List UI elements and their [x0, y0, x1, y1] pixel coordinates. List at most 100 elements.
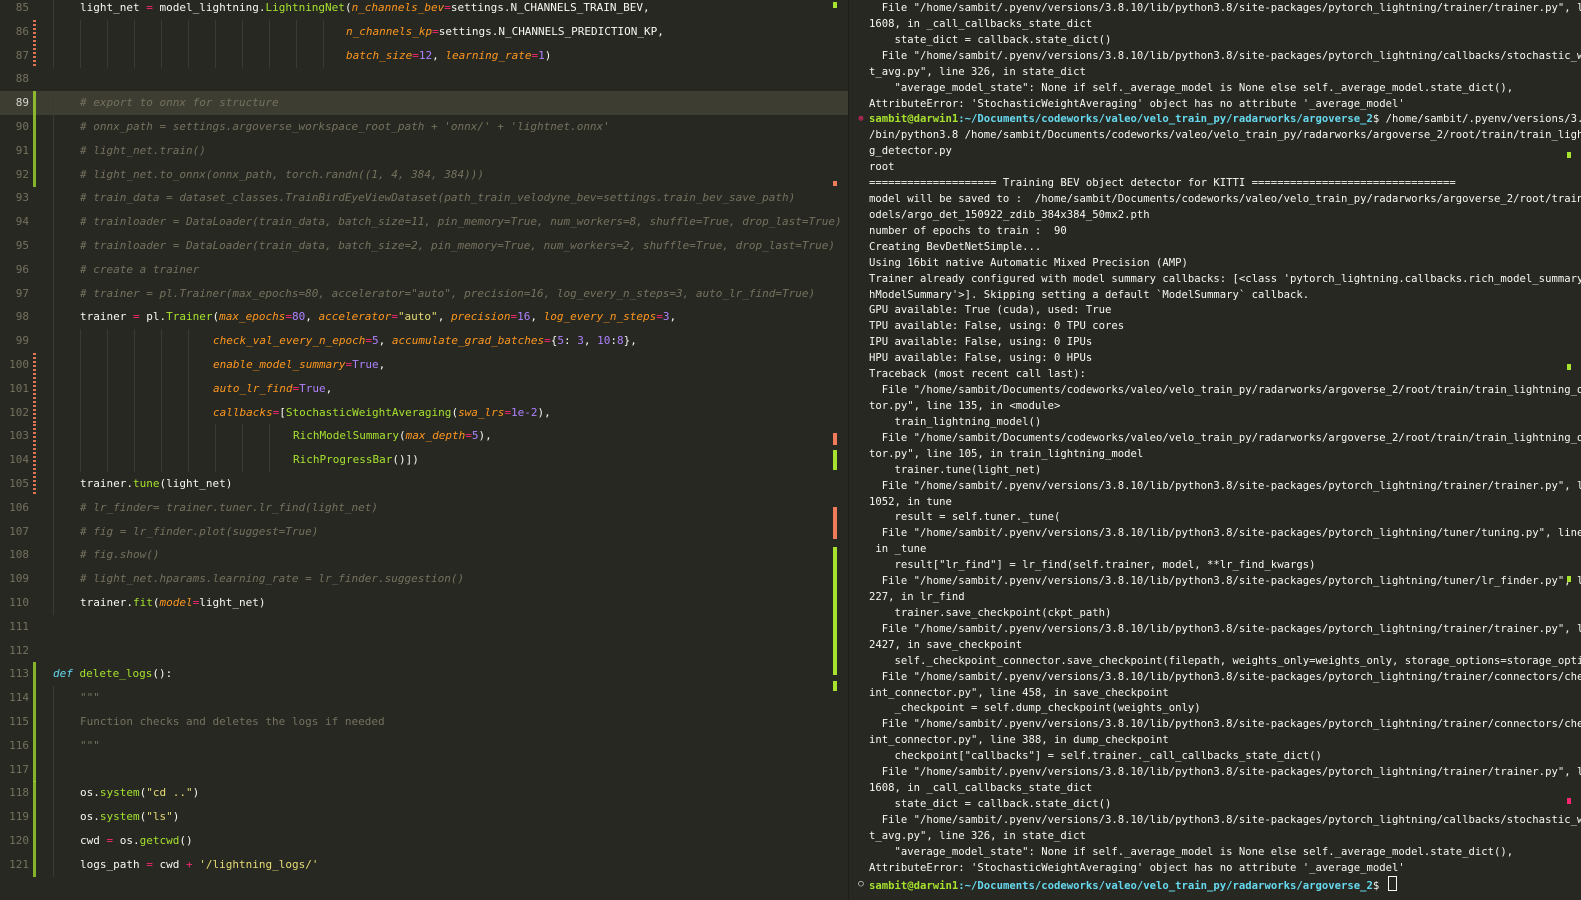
- indent-guide: [53, 591, 54, 615]
- code-token: True: [352, 358, 379, 371]
- code-line[interactable]: 114 """: [0, 686, 848, 711]
- indent-guide: [188, 448, 189, 473]
- code-token: # export to onnx for structure: [80, 96, 279, 110]
- code-line[interactable]: 102 callbacks=[StochasticWeightAveraging(…: [0, 400, 848, 425]
- terminal-panel[interactable]: File "/home/sambit/.pyenv/versions/3.8.1…: [848, 0, 1581, 900]
- code-line[interactable]: 95 # trainloader = DataLoader(train_data,…: [0, 234, 848, 258]
- terminal-prompt-line: sambit@darwin1:~/Documents/codeworks/val…: [869, 111, 1581, 127]
- code-text: # export to onnx for structure: [80, 91, 279, 115]
- gutter-added-marker[interactable]: [33, 829, 36, 853]
- code-token: batch_size: [346, 48, 413, 62]
- code-line[interactable]: 94 # trainloader = DataLoader(train_data,…: [0, 210, 848, 235]
- line-number: 119: [9, 810, 29, 824]
- gutter-modified-marker[interactable]: [33, 400, 36, 425]
- code-line[interactable]: 98 trainer = pl.Trainer(max_epochs=80, ac…: [0, 305, 848, 330]
- code-line[interactable]: 113 def delete_logs():: [0, 662, 848, 687]
- gutter-modified-marker[interactable]: [33, 376, 36, 401]
- indent-guide: [161, 376, 162, 401]
- code-line[interactable]: 99 check_val_every_n_epoch=5, accumulate_…: [0, 329, 848, 354]
- code-line[interactable]: 96 # create a trainer: [0, 257, 848, 282]
- code-line[interactable]: 120 cwd = os.getcwd(): [0, 829, 848, 853]
- gutter-added-marker[interactable]: [33, 162, 36, 187]
- line-number: 110: [9, 596, 29, 609]
- gutter-added-marker[interactable]: [33, 138, 36, 163]
- code-line[interactable]: 110 trainer.fit(model=light_net): [0, 591, 848, 615]
- code-token: "ls": [146, 810, 173, 824]
- code-line[interactable]: 100 enable_model_summary=True,: [0, 353, 848, 377]
- code-line[interactable]: 109 # light_net.hparams.learning_rate = l…: [0, 567, 848, 592]
- code-line[interactable]: 86 n_channels_kp=settings.N_CHANNELS_PRED…: [0, 19, 848, 44]
- terminal-cursor[interactable]: [1387, 875, 1397, 891]
- gutter-modified-marker[interactable]: [33, 472, 36, 496]
- code-line[interactable]: 107 # fig = lr_finder.plot(suggest=True): [0, 519, 848, 544]
- code-line[interactable]: 101 auto_lr_find=True,: [0, 376, 848, 401]
- code-token: # light_net.to_onnx(onnx_path, torch.ran…: [80, 167, 484, 181]
- gutter-modified-marker[interactable]: [33, 43, 36, 68]
- code-token: logs_path: [80, 857, 147, 871]
- terminal-output-line: state_dict = callback.state_dict(): [869, 33, 1112, 46]
- terminal-output-line: TPU available: False, using: 0 TPU cores: [869, 320, 1125, 333]
- line-number: 86: [15, 24, 29, 38]
- code-line[interactable]: 118 os.system("cd .."): [0, 781, 848, 806]
- code-text: auto_lr_find=True,: [213, 377, 332, 401]
- code-line[interactable]: 90 # onnx_path = settings.argoverse_works…: [0, 115, 848, 139]
- gutter-added-marker[interactable]: [33, 757, 36, 782]
- code-line[interactable]: 116 """: [0, 733, 848, 758]
- gutter-added-marker[interactable]: [33, 662, 36, 687]
- gutter-modified-marker[interactable]: [33, 424, 36, 449]
- code-line[interactable]: 89 # export to onnx for structure: [0, 91, 848, 116]
- gutter-added-marker[interactable]: [33, 805, 36, 830]
- gutter-added-marker[interactable]: [33, 733, 36, 758]
- ruler-mark-modified: [833, 181, 837, 186]
- code-line[interactable]: 103 RichModelSummary(max_depth=5),: [0, 424, 848, 449]
- gutter-added-marker[interactable]: [33, 852, 36, 877]
- editor-overview-ruler[interactable]: [833, 0, 839, 900]
- code-line[interactable]: 105 trainer.tune(light_net): [0, 472, 848, 496]
- code-line[interactable]: 112: [0, 639, 848, 663]
- gutter-modified-marker[interactable]: [33, 353, 36, 377]
- code-token: light_net: [199, 596, 259, 609]
- gutter-modified-marker[interactable]: [33, 19, 36, 44]
- code-line[interactable]: 117: [0, 757, 848, 782]
- code-token: cwd: [152, 857, 186, 871]
- gutter-added-marker[interactable]: [33, 115, 36, 139]
- gutter-added-marker[interactable]: [33, 686, 36, 711]
- gutter-modified-marker[interactable]: [33, 448, 36, 473]
- code-line[interactable]: 88: [0, 67, 848, 91]
- gutter-added-marker[interactable]: [33, 710, 36, 734]
- terminal-output-line: tor.py", line 135, in <module>: [869, 400, 1061, 412]
- terminal-output-line: Traceback (most recent call last):: [869, 368, 1086, 381]
- gutter-added-marker[interactable]: [33, 91, 36, 116]
- code-line[interactable]: 121 logs_path = cwd + '/lightning_logs/': [0, 852, 848, 877]
- code-editor[interactable]: 85 light_net = model_lightning.LightningN…: [0, 0, 848, 900]
- code-line[interactable]: 87 batch_size=12, learning_rate=1): [0, 43, 848, 68]
- prompt-command: /home/sambit/.pyenv/versions/3.8.10: [1385, 113, 1581, 126]
- code-line[interactable]: 85 light_net = model_lightning.LightningN…: [0, 0, 848, 20]
- code-token: swa_lrs: [458, 405, 505, 419]
- indent-guide: [296, 19, 297, 44]
- code-token: ): [172, 810, 180, 824]
- code-line[interactable]: 92 # light_net.to_onnx(onnx_path, torch.r…: [0, 162, 848, 187]
- code-text: light_net = model_lightning.LightningNet…: [80, 0, 650, 20]
- code-token: ,: [583, 334, 598, 348]
- code-token: 80: [291, 310, 306, 324]
- line-number: 100: [9, 358, 29, 371]
- gutter-added-marker[interactable]: [33, 781, 36, 806]
- code-line[interactable]: 115 Function checks and deletes the logs …: [0, 710, 848, 734]
- code-token: # onnx_path = settings.argoverse_workspa…: [80, 120, 610, 133]
- code-line[interactable]: 119 os.system("ls"): [0, 805, 848, 830]
- code-line[interactable]: 97 # trainer = pl.Trainer(max_epochs=80, …: [0, 281, 848, 306]
- code-token: (: [398, 429, 406, 443]
- code-line[interactable]: 108 # fig.show(): [0, 543, 848, 568]
- code-line[interactable]: 104 RichProgressBar()]): [0, 448, 848, 473]
- terminal-overview-ruler[interactable]: [1567, 0, 1571, 900]
- code-line[interactable]: 93 # train_data = dataset_classes.TrainBi…: [0, 186, 848, 211]
- empty-circle-icon[interactable]: ○: [857, 876, 865, 892]
- code-line[interactable]: 111: [0, 615, 848, 639]
- code-token: model: [159, 596, 193, 609]
- code-line[interactable]: 106 # lr_finder= trainer.tuner.lr_find(li…: [0, 495, 848, 520]
- error-circle-icon[interactable]: ⊗: [857, 111, 865, 127]
- code-token: # trainloader = DataLoader(train_data, b…: [80, 239, 835, 252]
- terminal-output-line: GPU available: True (cuda), used: True: [869, 304, 1112, 317]
- code-line[interactable]: 91 # light_net.train(): [0, 138, 848, 163]
